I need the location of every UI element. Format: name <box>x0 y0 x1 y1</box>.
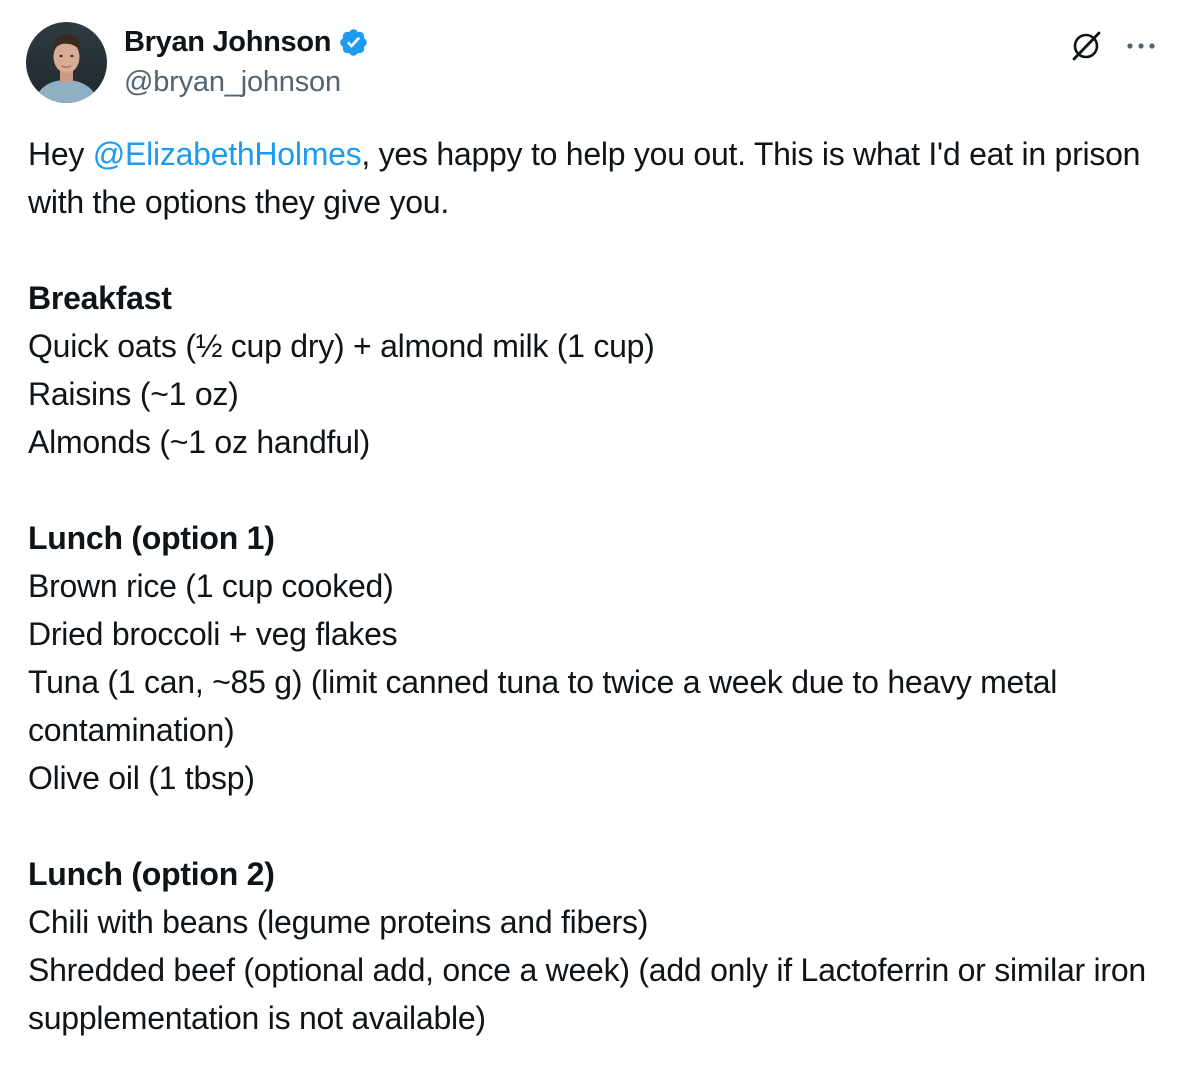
tweet-intro: Hey @ElizabethHolmes, yes happy to help … <box>28 130 1163 226</box>
avatar-image <box>26 22 107 103</box>
mention-link[interactable]: @ElizabethHolmes <box>93 136 362 172</box>
menu-item: Quick oats (½ cup dry) + almond milk (1 … <box>28 328 655 364</box>
author-display-name[interactable]: Bryan Johnson <box>124 26 331 59</box>
more-button[interactable] <box>1120 26 1162 66</box>
author-handle[interactable]: @bryan_johnson <box>124 66 369 99</box>
intro-prefix: Hey <box>28 136 93 172</box>
avatar[interactable] <box>26 22 107 103</box>
tweet-header: Bryan Johnson @bryan_johnson <box>26 22 1166 104</box>
section-heading-lunch-option-2: Lunch (option 2) <box>28 856 275 892</box>
menu-item: Raisins (~1 oz) <box>28 376 239 412</box>
section-heading-breakfast: Breakfast <box>28 280 172 316</box>
section-heading-lunch-option-1: Lunch (option 1) <box>28 520 275 556</box>
menu-item: Almonds (~1 oz handful) <box>28 424 370 460</box>
menu-item: Dried broccoli + veg flakes <box>28 616 398 652</box>
verified-badge-icon[interactable] <box>338 27 369 58</box>
menu-item: Olive oil (1 tbsp) <box>28 760 255 796</box>
more-icon <box>1127 43 1155 49</box>
tweet-text: Hey @ElizabethHolmes, yes happy to help … <box>28 130 1163 1042</box>
menu-item: Brown rice (1 cup cooked) <box>28 568 394 604</box>
grok-icon <box>1072 31 1101 61</box>
author-identity: Bryan Johnson @bryan_johnson <box>124 24 369 99</box>
author-name-row: Bryan Johnson <box>124 24 369 60</box>
menu-item: Chili with beans (legume proteins and fi… <box>28 904 649 940</box>
menu-item: Shredded beef (optional add, once a week… <box>28 952 1146 1036</box>
menu-item: Tuna (1 can, ~85 g) (limit canned tuna t… <box>28 664 1058 748</box>
grok-button[interactable] <box>1066 26 1106 66</box>
